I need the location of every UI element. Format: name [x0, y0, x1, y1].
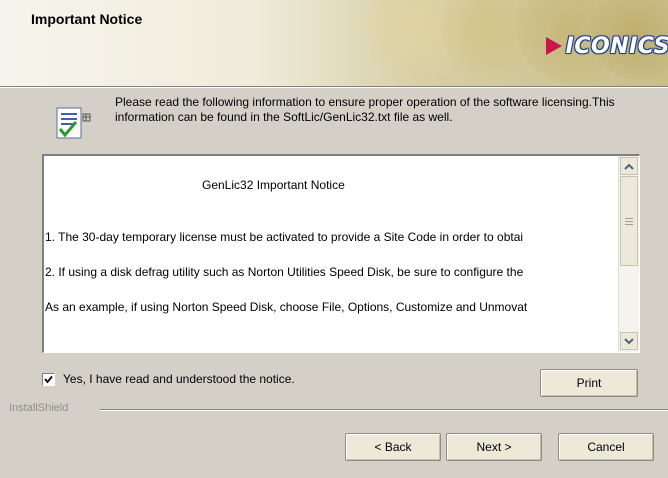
back-button[interactable]: < Back [345, 433, 441, 461]
iconics-logo: ICONICS [545, 30, 668, 62]
grip-icon [625, 217, 633, 225]
logo-arrow-icon [545, 37, 562, 55]
notice-line: 2. If using a disk defrag utility such a… [45, 265, 524, 279]
scroll-up-button[interactable] [620, 157, 638, 175]
dialog-header: Important Notice ICONICS [0, 0, 668, 87]
cancel-button[interactable]: Cancel [558, 433, 654, 461]
notice-textbox[interactable]: GenLic32 Important Notice 1. The 30-day … [42, 154, 640, 353]
installshield-brand: InstallShield [9, 402, 69, 414]
document-check-icon [56, 107, 91, 139]
notice-content[interactable]: GenLic32 Important Notice 1. The 30-day … [44, 156, 618, 352]
footer-divider [100, 409, 668, 411]
checkmark-icon [44, 375, 53, 383]
notice-line: As an example, if using Norton Speed Dis… [45, 300, 528, 314]
print-button[interactable]: Print [540, 369, 638, 397]
logo-text: ICONICS [565, 33, 668, 59]
notice-scrollbar[interactable] [618, 156, 639, 352]
scroll-down-button[interactable] [620, 332, 638, 350]
notice-heading: GenLic32 Important Notice [202, 178, 345, 192]
header-divider [0, 87, 668, 88]
chevron-down-icon [624, 337, 634, 344]
instruction-text: Please read the following information to… [115, 95, 615, 124]
acknowledge-row[interactable]: Yes, I have read and understood the noti… [42, 372, 295, 386]
next-button[interactable]: Next > [446, 433, 542, 461]
chevron-up-icon [624, 163, 634, 170]
notice-line: 1. The 30-day temporary license must be … [45, 230, 524, 244]
acknowledge-label[interactable]: Yes, I have read and understood the noti… [63, 372, 295, 386]
scroll-thumb[interactable] [620, 176, 638, 266]
dialog-title: Important Notice [31, 11, 143, 27]
acknowledge-checkbox[interactable] [42, 372, 55, 386]
